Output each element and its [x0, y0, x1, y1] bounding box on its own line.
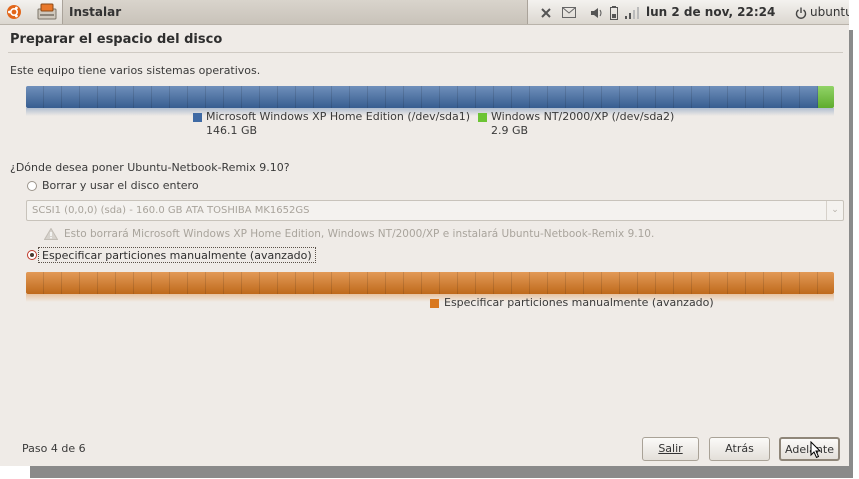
step-indicator: Paso 4 de 6: [22, 442, 86, 455]
legend-label-sda1: Microsoft Windows XP Home Edition (/dev/…: [206, 110, 471, 123]
manual-partition-radio[interactable]: [27, 250, 37, 260]
legend-swatch-sda2: [478, 113, 487, 122]
mail-icon[interactable]: [562, 0, 576, 24]
page-title: Preparar el espacio del disco: [10, 32, 223, 47]
back-button[interactable]: Atrás: [709, 437, 770, 461]
volume-icon[interactable]: [590, 0, 604, 24]
intro-text: Este equipo tiene varios sistemas operat…: [10, 64, 261, 77]
battery-icon[interactable]: [610, 0, 618, 24]
erase-warning: Esto borrará Microsoft Windows XP Home E…: [64, 228, 655, 240]
back-button-label: Atrás: [725, 442, 754, 455]
bluetooth-x-icon[interactable]: [540, 0, 552, 24]
legend-swatch-manual: [430, 299, 439, 308]
disk-select[interactable]: SCSI1 (0,0,0) (sda) - 160.0 GB ATA TOSHI…: [26, 200, 844, 221]
disk-bar-segment-0: [26, 86, 818, 108]
clock[interactable]: lun 2 de nov, 22:24: [646, 0, 775, 24]
legend-label-sda2: Windows NT/2000/XP (/dev/sda2): [491, 110, 675, 123]
manual-partition-bar: [26, 272, 834, 294]
network-signal-icon[interactable]: [624, 0, 640, 24]
legend-label-manual: Especificar particiones manualmente (ava…: [444, 296, 714, 309]
legend-size-sda1: 146.1 GB: [206, 124, 258, 137]
installer-app-icon[interactable]: [36, 3, 58, 21]
top-panel: Instalar lun 2 de nov, 22:24 ubuntu: [0, 0, 849, 25]
manual-bar-segment: [26, 272, 834, 294]
user-name[interactable]: ubuntu: [810, 0, 849, 24]
install-question: ¿Dónde desea poner Ubuntu-Netbook-Remix …: [10, 161, 290, 174]
disk-usage-bar: [26, 86, 834, 108]
quit-button[interactable]: Salir: [642, 437, 699, 461]
legend-size-sda2: 2.9 GB: [491, 124, 529, 137]
power-icon[interactable]: [795, 0, 807, 24]
heading-divider: [8, 52, 843, 53]
erase-disk-radio[interactable]: [27, 181, 37, 191]
warning-icon: [44, 228, 58, 240]
erase-disk-label[interactable]: Borrar y usar el disco entero: [42, 179, 199, 192]
installer-window: Instalar lun 2 de nov, 22:24 ubuntu Prep…: [0, 0, 849, 466]
disk-select-value: SCSI1 (0,0,0) (sda) - 160.0 GB ATA TOSHI…: [32, 205, 310, 216]
manual-partition-label[interactable]: Especificar particiones manualmente (ava…: [38, 247, 316, 263]
ubuntu-logo-icon[interactable]: [6, 4, 22, 20]
mouse-cursor-icon: [810, 441, 822, 459]
chevron-down-icon[interactable]: ⌄: [826, 201, 843, 220]
quit-button-label: Salir: [658, 442, 683, 455]
legend-swatch-sda1: [193, 113, 202, 122]
window-title[interactable]: Instalar: [62, 0, 528, 24]
disk-bar-segment-1: [817, 86, 834, 108]
